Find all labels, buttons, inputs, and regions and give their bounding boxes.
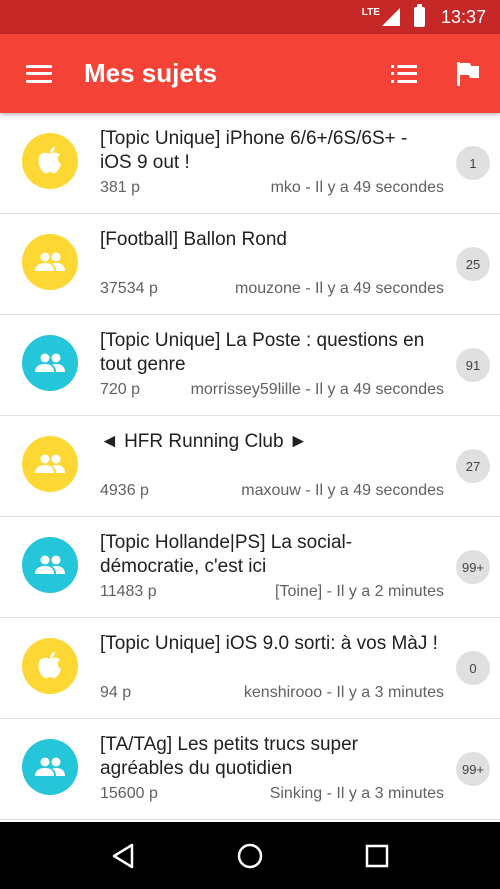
recents-square-icon (365, 844, 388, 867)
status-time: 13:37 (440, 6, 486, 27)
home-circle-icon (237, 843, 263, 868)
topic-title: [Football] Ballon Rond (100, 229, 287, 250)
unread-count-badge: 91 (456, 348, 490, 382)
battery-icon (413, 4, 425, 27)
topic-row[interactable]: [Topic Hollande|PS] La social-démocratie… (0, 517, 500, 618)
home-button[interactable] (220, 826, 280, 886)
topic-meta: 37534 p mouzone - Il y a 49 secondes (100, 280, 444, 298)
unread-count-badge: 1 (456, 146, 490, 180)
group-icon (35, 353, 65, 372)
topic-last-post: kenshirooo - Il y a 3 minutes (243, 684, 444, 701)
topic-text: [Topic Hollande|PS] La social-démocratie… (100, 531, 444, 609)
topic-title: [Topic Hollande|PS] La social-démocratie… (100, 532, 353, 577)
topic-avatar (22, 133, 78, 189)
topic-title: [Topic Unique] La Poste : questions en t… (100, 330, 425, 375)
system-nav-bar (0, 822, 500, 889)
back-triangle-icon (113, 843, 134, 868)
topic-title: ◄ HFR Running Club ► (100, 431, 308, 452)
group-icon (35, 252, 65, 271)
topic-row[interactable]: [Topic Unique] iOS 9.0 sorti: à vos MàJ … (0, 618, 500, 719)
topic-text: [Topic Unique] iOS 9.0 sorti: à vos MàJ … (100, 632, 444, 710)
topic-text: [Topic Unique] iPhone 6/6+/6S/6S+ - iOS … (100, 127, 444, 205)
network-type: LTE (361, 6, 380, 18)
topic-text: [Topic Unique] La Poste : questions en t… (100, 329, 444, 407)
topic-pages: 720 p (100, 381, 141, 398)
topic-text: [TA/TAg] Les petits trucs super agréable… (100, 733, 444, 811)
hamburger-menu-icon (26, 64, 52, 83)
topic-meta: 11483 p [Toine] - Il y a 2 minutes (100, 583, 444, 601)
topic-last-post: Sinking - Il y a 3 minutes (269, 785, 444, 802)
status-bar: LTE 13:37 (0, 0, 500, 34)
topic-title: [Topic Unique] iPhone 6/6+/6S/6S+ - iOS … (100, 128, 408, 173)
back-button[interactable] (93, 826, 153, 886)
topic-pages: 94 p (100, 684, 132, 701)
flag-icon (457, 61, 479, 86)
page-title: Mes sujets (84, 58, 217, 88)
topic-last-post: morrissey59lille - Il y a 49 secondes (190, 381, 444, 398)
topic-text: [Football] Ballon Rond 37534 p mouzone - I… (100, 228, 444, 306)
topic-row[interactable]: [Topic Unique] La Poste : questions en t… (0, 315, 500, 416)
topic-pages: 11483 p (100, 583, 157, 600)
topic-pages: 4936 p (100, 482, 149, 499)
topic-pages: 15600 p (100, 785, 158, 802)
unread-count-badge: 0 (456, 651, 490, 685)
topic-row[interactable]: [Football] Ballon Rond 37534 p mouzone - I… (0, 214, 500, 315)
topic-pages: 37534 p (100, 280, 158, 297)
apple-icon (38, 147, 61, 174)
topic-meta: 94 p kenshirooo - Il y a 3 minutes (100, 684, 444, 702)
topic-last-post: mko - Il y a 49 secondes (270, 179, 444, 196)
unread-count-badge: 99+ (456, 550, 490, 584)
flag-button[interactable] (436, 34, 500, 113)
topic-last-post: [Toine] - Il y a 2 minutes (275, 583, 444, 600)
topic-meta: 15600 p Sinking - Il y a 3 minutes (100, 785, 444, 803)
list-view-button[interactable] (372, 34, 436, 113)
topic-last-post: mouzone - Il y a 49 secondes (234, 280, 444, 297)
topic-meta: 381 p mko - Il y a 49 secondes (100, 179, 444, 197)
topic-meta: 4936 p maxouw - Il y a 49 secondes (100, 482, 444, 500)
topic-avatar (22, 335, 78, 391)
apple-icon (38, 652, 61, 679)
topic-avatar (22, 537, 78, 593)
topic-avatar (22, 234, 78, 290)
group-icon (35, 555, 65, 574)
signal-icon (381, 8, 400, 26)
topic-row[interactable]: ◄ HFR Running Club ► 4936 p maxouw - Il y … (0, 416, 500, 517)
group-icon (35, 454, 65, 473)
app-bar: Mes sujets (0, 34, 500, 113)
recents-button[interactable] (347, 826, 407, 886)
topic-last-post: maxouw - Il y a 49 secondes (241, 482, 444, 499)
unread-count-badge: 27 (456, 449, 490, 483)
topic-avatar (22, 739, 78, 795)
topic-avatar (22, 436, 78, 492)
topic-list: [Topic Unique] iPhone 6/6+/6S/6S+ - iOS … (0, 113, 500, 822)
topic-text: ◄ HFR Running Club ► 4936 p maxouw - Il y … (100, 430, 444, 508)
topic-avatar (22, 638, 78, 694)
menu-button[interactable] (0, 34, 78, 113)
group-icon (35, 757, 65, 776)
topic-meta: 720 p morrissey59lille - Il y a 49 second… (100, 381, 444, 399)
topic-pages: 381 p (100, 179, 141, 196)
topic-row[interactable]: [Topic Unique] iPhone 6/6+/6S/6S+ - iOS … (0, 113, 500, 214)
list-icon (391, 65, 417, 83)
topic-title: [TA/TAg] Les petits trucs super agréable… (100, 734, 359, 779)
unread-count-badge: 99+ (456, 752, 490, 786)
unread-count-badge: 25 (456, 247, 490, 281)
topic-title: [Topic Unique] iOS 9.0 sorti: à vos MàJ … (100, 633, 438, 654)
topic-row[interactable]: [TA/TAg] Les petits trucs super agréable… (0, 719, 500, 820)
